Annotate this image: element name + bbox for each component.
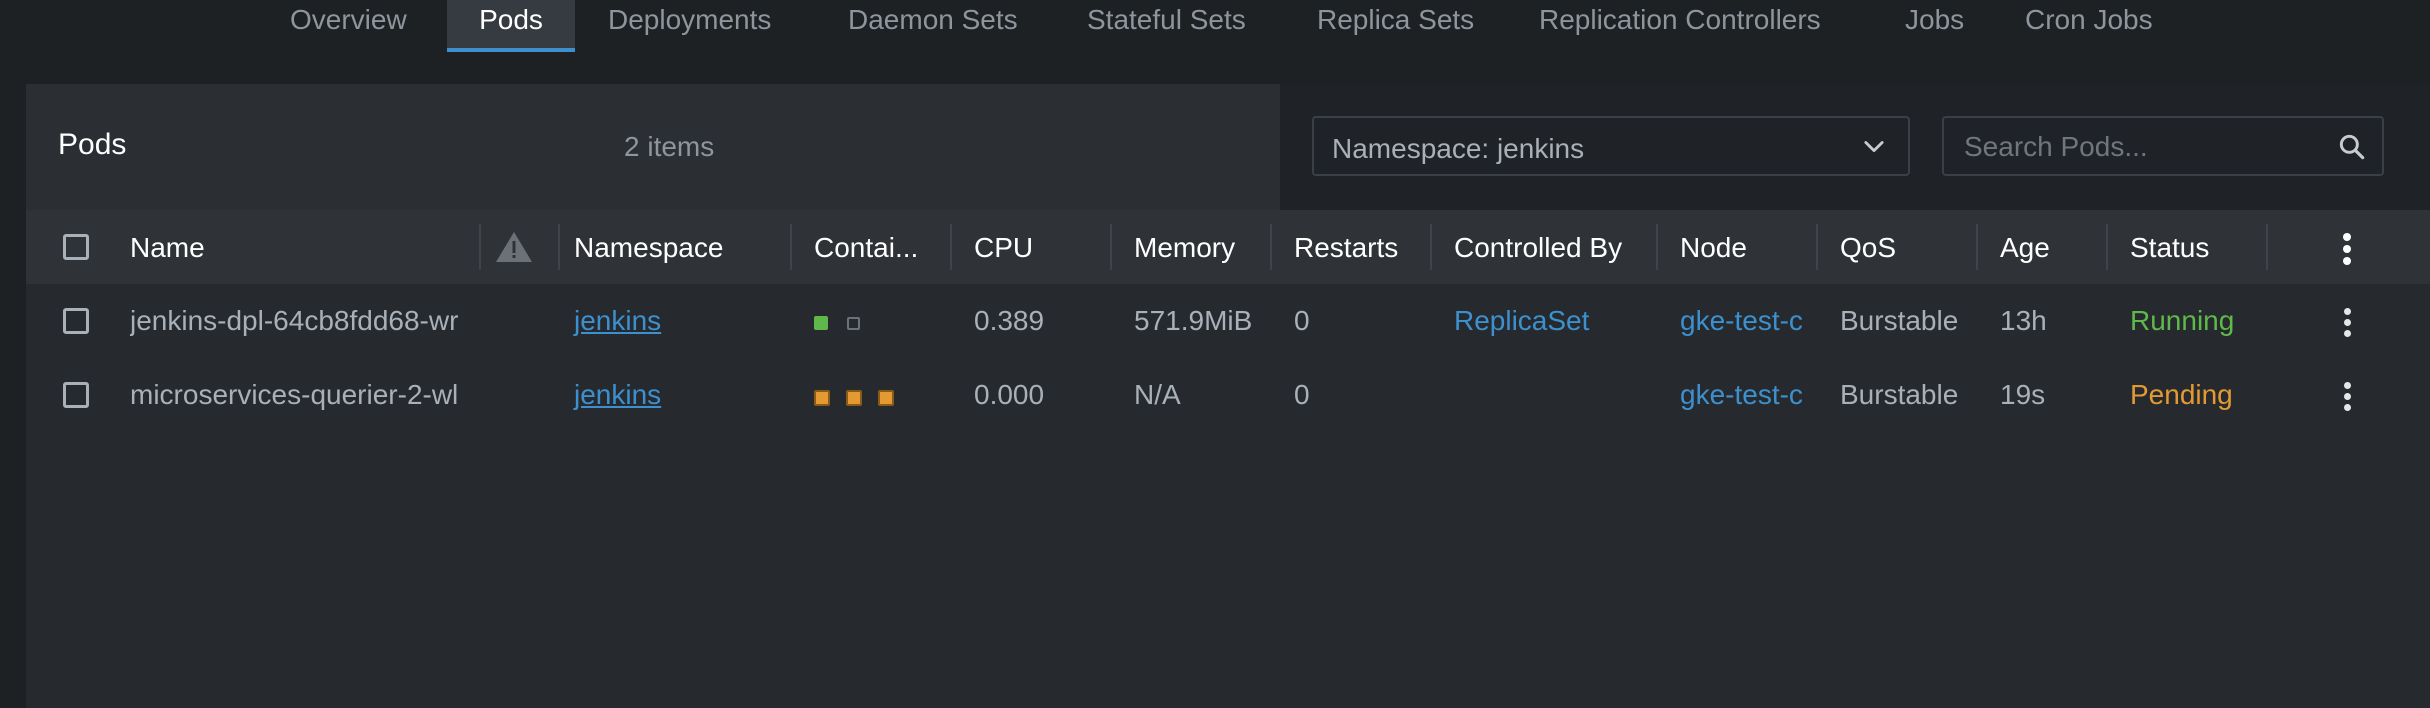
container-status-running[interactable] (814, 316, 828, 330)
column-header-restarts[interactable]: Restarts (1294, 232, 1398, 264)
column-header-containers[interactable]: Contai... (814, 232, 918, 264)
container-status-empty[interactable] (847, 317, 860, 330)
search-pods-field (1942, 116, 2384, 176)
column-header-memory[interactable]: Memory (1134, 232, 1235, 264)
qos-value: Burstable (1840, 305, 1959, 336)
pod-name: jenkins-dpl-64cb8fdd68-wr (130, 305, 459, 336)
search-icon[interactable] (2336, 131, 2368, 163)
qos-value: Burstable (1840, 379, 1959, 410)
column-header-status[interactable]: Status (2130, 232, 2209, 264)
column-header-cpu[interactable]: CPU (974, 232, 1033, 264)
select-all-checkbox[interactable] (63, 234, 89, 260)
container-status-pending[interactable] (878, 390, 894, 406)
column-header-name[interactable]: Name (130, 232, 205, 264)
age-value: 19s (2000, 379, 2046, 410)
column-divider (1110, 224, 1112, 270)
column-divider (1976, 224, 1978, 270)
row-checkbox[interactable] (63, 308, 89, 334)
row-checkbox[interactable] (63, 382, 89, 408)
table-row[interactable]: microservices-querier-2-wl jenkins 0.000… (26, 358, 2430, 432)
cpu-value: 0.000 (974, 379, 1045, 410)
column-divider (1430, 224, 1432, 270)
chevron-down-icon (1864, 141, 1884, 153)
columns-menu-icon[interactable] (2343, 233, 2351, 265)
cpu-value: 0.389 (974, 305, 1045, 336)
tab-deployments[interactable]: Deployments (608, 0, 771, 52)
column-divider (1270, 224, 1272, 270)
namespace-link[interactable]: jenkins (574, 379, 661, 411)
tab-cron-jobs[interactable]: Cron Jobs (2025, 0, 2153, 52)
pods-panel: Pods 2 items Namespace: jenkins Name Nam… (26, 84, 2430, 708)
age-value: 13h (2000, 305, 2047, 336)
status-pending: Pending (2130, 379, 2233, 410)
column-divider (950, 224, 952, 270)
column-header-age[interactable]: Age (2000, 232, 2050, 264)
column-header-controlled-by[interactable]: Controlled By (1454, 232, 1622, 264)
column-divider (479, 224, 481, 270)
column-divider (790, 224, 792, 270)
table-header: Name Namespace Contai... CPU Memory Rest… (26, 210, 2430, 284)
warning-icon (496, 232, 532, 262)
node-link[interactable]: gke-test-c (1680, 379, 1803, 411)
tab-jobs[interactable]: Jobs (1905, 0, 1964, 52)
page-title: Pods (58, 128, 127, 161)
tab-pods[interactable]: Pods (447, 0, 575, 52)
row-menu-icon[interactable] (2343, 308, 2351, 338)
row-menu-icon[interactable] (2343, 382, 2351, 412)
node-link[interactable]: gke-test-c (1680, 305, 1803, 337)
status-running: Running (2130, 305, 2235, 336)
tab-replica-sets[interactable]: Replica Sets (1317, 0, 1474, 52)
column-divider (1816, 224, 1818, 270)
workloads-tab-bar: Overview Pods Deployments Daemon Sets St… (0, 0, 2430, 52)
tab-overview[interactable]: Overview (290, 0, 407, 52)
restarts-value: 0 (1294, 379, 1310, 410)
column-divider (2266, 224, 2268, 270)
memory-value: 571.9MiB (1134, 305, 1253, 336)
namespace-select-label: Namespace: jenkins (1332, 133, 1585, 164)
column-divider (558, 224, 560, 270)
column-divider (2106, 224, 2108, 270)
column-divider (1656, 224, 1658, 270)
items-count: 2 items (624, 131, 715, 162)
tab-stateful-sets[interactable]: Stateful Sets (1087, 0, 1246, 52)
tab-daemon-sets[interactable]: Daemon Sets (848, 0, 1018, 52)
tab-replication-controllers[interactable]: Replication Controllers (1539, 0, 1821, 52)
controlled-by-link[interactable]: ReplicaSet (1454, 305, 1589, 337)
pod-name: microservices-querier-2-wl (130, 379, 459, 410)
namespace-select[interactable]: Namespace: jenkins (1312, 116, 1910, 176)
column-header-qos[interactable]: QoS (1840, 232, 1896, 264)
memory-value: N/A (1134, 379, 1181, 410)
search-input[interactable] (1962, 128, 2326, 166)
container-status-pending[interactable] (814, 390, 830, 406)
column-header-node[interactable]: Node (1680, 232, 1747, 264)
panel-header: Pods 2 items (26, 84, 1280, 210)
restarts-value: 0 (1294, 305, 1310, 336)
namespace-link[interactable]: jenkins (574, 305, 661, 337)
container-status-pending[interactable] (846, 390, 862, 406)
table-row[interactable]: jenkins-dpl-64cb8fdd68-wr jenkins 0.389 … (26, 284, 2430, 358)
column-header-namespace[interactable]: Namespace (574, 232, 723, 264)
